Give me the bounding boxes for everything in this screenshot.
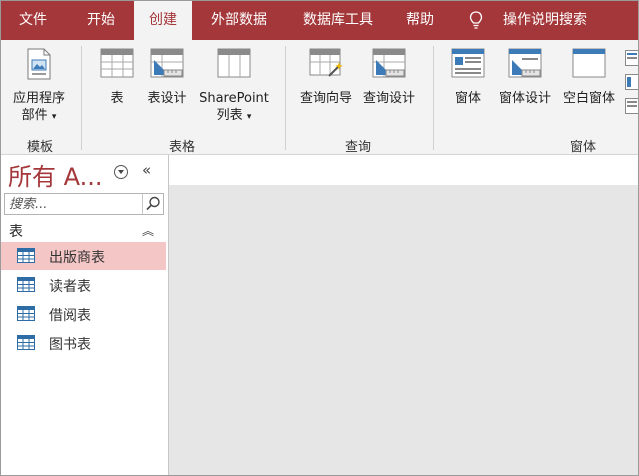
- app-parts-button[interactable]: 应用程序 部件 ▾: [13, 48, 65, 123]
- tab-file[interactable]: 文件: [9, 1, 57, 40]
- app-parts-label-line2: 部件 ▾: [13, 107, 65, 126]
- form-design-button[interactable]: 窗体设计: [499, 48, 551, 106]
- query-design-label: 查询设计: [362, 91, 415, 106]
- sharepoint-label-line2: 列表 ▾: [191, 107, 277, 126]
- app-parts-label-text: 部件: [21, 108, 48, 123]
- collapse-pane-icon[interactable]: «: [142, 161, 151, 179]
- table-design-button[interactable]: 表设计: [147, 48, 187, 106]
- group-divider: [433, 46, 434, 150]
- group-label-forms: 窗体: [569, 140, 596, 155]
- sharepoint-label-text: 列表: [216, 108, 243, 123]
- ribbon-create: 应用程序 部件 ▾ 模板 表 表设计 SharePoint 列表 ▾ 表格 查询…: [1, 40, 638, 155]
- sharepoint-lists-button[interactable]: SharePoint 列表 ▾: [199, 48, 269, 123]
- query-wizard-label: 查询向导: [299, 91, 352, 106]
- form-button[interactable]: 窗体: [451, 48, 485, 106]
- query-wizard-icon: [309, 48, 343, 77]
- group-divider: [285, 46, 286, 150]
- blank-form-icon: [572, 48, 606, 78]
- group-divider: [81, 46, 82, 150]
- table-design-icon: [150, 48, 184, 78]
- ribbon-tab-bar: 文件 开始 创建 外部数据 数据库工具 帮助 操作说明搜索: [1, 1, 638, 40]
- tab-create[interactable]: 创建: [134, 1, 192, 40]
- nav-item-table[interactable]: 读者表: [1, 271, 166, 299]
- nav-search-input[interactable]: [5, 194, 149, 214]
- table-icon: [100, 48, 134, 78]
- tab-home[interactable]: 开始: [73, 1, 129, 40]
- form-label: 窗体: [454, 91, 481, 106]
- tell-me-search[interactable]: 操作说明搜索: [495, 1, 595, 40]
- table-object-icon: [17, 277, 35, 292]
- app-parts-label: 应用程序 部件 ▾: [13, 90, 65, 126]
- document-workspace: [169, 185, 638, 475]
- more-forms-icon[interactable]: [625, 98, 639, 114]
- lightbulb-icon[interactable]: [469, 11, 483, 30]
- section-label: 表: [9, 224, 23, 240]
- nav-pane-title[interactable]: 所有 A...: [8, 157, 103, 192]
- table-object-icon: [17, 306, 35, 321]
- nav-item-label: 图书表: [49, 337, 91, 353]
- nav-menu-dropdown-icon[interactable]: [114, 165, 128, 179]
- access-window: 文件 开始 创建 外部数据 数据库工具 帮助 操作说明搜索 应用程序 部件 ▾: [0, 0, 639, 476]
- form-icon: [451, 48, 485, 78]
- nav-search-box: [4, 193, 164, 215]
- nav-item-table[interactable]: 图书表: [1, 329, 166, 357]
- search-button[interactable]: [142, 194, 163, 214]
- nav-item-table[interactable]: 出版商表: [1, 242, 166, 270]
- sharepoint-list-icon: [217, 48, 251, 78]
- group-label-queries: 查询: [344, 140, 371, 155]
- nav-item-label: 读者表: [49, 279, 91, 295]
- dropdown-arrow-icon: ▾: [246, 112, 252, 122]
- search-icon: [146, 196, 160, 211]
- form-wizard-icon[interactable]: [625, 50, 639, 66]
- blank-form-button[interactable]: 空白窗体: [563, 48, 615, 106]
- form-design-label: 窗体设计: [498, 91, 551, 106]
- sharepoint-label: SharePoint 列表 ▾: [191, 90, 277, 126]
- tab-database-tools[interactable]: 数据库工具: [290, 1, 386, 40]
- table-object-icon: [17, 335, 35, 350]
- app-parts-label-line1: 应用程序: [13, 91, 66, 106]
- sharepoint-label-line1: SharePoint: [199, 91, 269, 106]
- group-label-tables: 表格: [168, 140, 195, 155]
- table-label: 表: [110, 91, 124, 106]
- navigation-pane: 所有 A... « 表 ︽ 出版: [1, 155, 169, 475]
- group-label-templates: 模板: [26, 140, 53, 155]
- table-button[interactable]: 表: [100, 48, 134, 106]
- table-design-label: 表设计: [147, 91, 187, 106]
- tab-help[interactable]: 帮助: [396, 1, 444, 40]
- tab-external-data[interactable]: 外部数据: [199, 1, 279, 40]
- form-design-icon: [508, 48, 542, 78]
- nav-item-table[interactable]: 借阅表: [1, 300, 166, 328]
- nav-item-label: 借阅表: [49, 308, 91, 324]
- query-design-icon: [372, 48, 406, 78]
- blank-form-label: 空白窗体: [562, 91, 615, 106]
- section-collapse-icon[interactable]: ︽: [142, 222, 154, 239]
- query-wizard-button[interactable]: 查询向导: [300, 48, 352, 106]
- dropdown-arrow-icon: ▾: [51, 112, 57, 122]
- table-object-icon: [17, 248, 35, 263]
- navigation-icon[interactable]: [625, 74, 639, 90]
- tables-section-header[interactable]: 表 ︽: [1, 219, 167, 241]
- document-tab-strip: [169, 155, 638, 185]
- query-design-button[interactable]: 查询设计: [363, 48, 415, 106]
- app-parts-icon: [27, 48, 51, 80]
- nav-item-label: 出版商表: [49, 250, 105, 266]
